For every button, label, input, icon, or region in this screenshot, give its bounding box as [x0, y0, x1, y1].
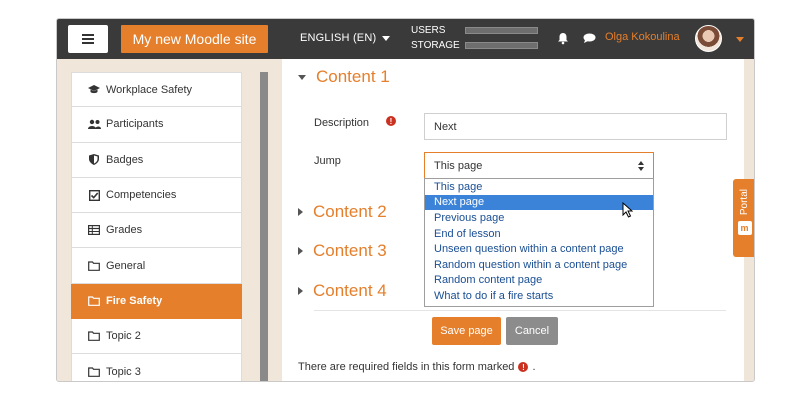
folder-icon	[87, 261, 101, 271]
usage-label: STORAGE	[411, 40, 460, 51]
sidebar-item-label: Topic 3	[106, 365, 141, 378]
top-navbar: My new Moodle site ENGLISH (EN) USERS ST…	[57, 19, 754, 59]
sidebar-item-general[interactable]: General	[71, 248, 242, 284]
folder-icon	[87, 331, 101, 342]
sidebar-item-label: Competencies	[106, 189, 177, 202]
graduation-cap-icon	[87, 84, 101, 95]
sidebar-item-label: Workplace Safety	[106, 83, 193, 96]
usage-bar	[465, 42, 538, 49]
sidebar-item-fire-safety[interactable]: Fire Safety	[71, 283, 242, 320]
dropdown-option[interactable]: Next page	[425, 194, 653, 211]
bell-icon[interactable]	[557, 32, 569, 45]
usage-row-storage: STORAGE	[411, 38, 538, 53]
language-menu[interactable]: ENGLISH (EN)	[300, 32, 391, 44]
menu-toggle-button[interactable]	[68, 25, 108, 53]
sidebar-item-competencies[interactable]: Competencies	[71, 177, 242, 214]
dropdown-option[interactable]: What to do if a fire starts	[425, 288, 653, 304]
jump-select[interactable]: This page	[424, 152, 654, 179]
sidebar-item-label: Participants	[106, 118, 164, 131]
sidebar-item-label: Topic 2	[106, 330, 141, 343]
required-icon: !	[386, 116, 396, 126]
jump-label: Jump	[314, 155, 341, 167]
browser-frame: My new Moodle site ENGLISH (EN) USERS ST…	[56, 18, 755, 382]
dropdown-option[interactable]: Random content page	[425, 273, 653, 289]
table-icon	[87, 225, 101, 236]
chevron-down-icon	[298, 74, 306, 80]
chevron-down-icon	[382, 35, 391, 41]
sidebar-item-label: Grades	[106, 224, 143, 237]
sidebar-item-participants[interactable]: Participants	[71, 107, 242, 143]
sidebar-item-label: General	[106, 259, 146, 272]
sidebar-item-workplace-safety[interactable]: Workplace Safety	[71, 72, 242, 108]
jump-dropdown-list: This page Next page Previous page End of…	[424, 178, 654, 307]
main-content: Content 1 Description ! Next Jump This p…	[282, 59, 754, 381]
chat-icon[interactable]	[583, 33, 596, 44]
sidebar-item-topic-3[interactable]: Topic 3	[71, 354, 242, 381]
chevron-right-icon	[298, 208, 303, 216]
dropdown-option[interactable]: Random question within a content page	[425, 257, 653, 273]
usage-meters: USERS STORAGE	[411, 23, 538, 53]
dropdown-option[interactable]: Previous page	[425, 210, 653, 226]
language-label: ENGLISH (EN)	[300, 32, 377, 44]
sidebar-list: Workplace Safety Participants Badges Com…	[71, 72, 242, 381]
usage-label: USERS	[411, 25, 446, 36]
required-icon: !	[518, 362, 529, 372]
sidebar-item-grades[interactable]: Grades	[71, 213, 242, 249]
section-toggle-content-3[interactable]: Content 3	[298, 241, 387, 261]
sidebar-item-label: Badges	[106, 153, 144, 166]
avatar[interactable]	[695, 25, 722, 52]
section-title: Content 1	[316, 67, 390, 86]
user-name[interactable]: Olga Kokoulina	[605, 31, 680, 43]
users-icon	[87, 119, 101, 130]
divider	[314, 310, 726, 311]
cancel-button[interactable]: Cancel	[506, 317, 558, 345]
section-toggle-content-1[interactable]: Content 1	[298, 67, 390, 87]
portal-tab[interactable]: Portal m	[733, 179, 754, 257]
chevron-right-icon	[298, 287, 303, 295]
description-label: Description	[314, 117, 370, 129]
section-title: Content 3	[313, 241, 387, 260]
required-fields-note: There are required fields in this form m…	[298, 361, 536, 373]
jump-select-value: This page	[434, 159, 483, 172]
folder-icon	[87, 296, 101, 306]
section-title: Content 2	[313, 202, 387, 221]
site-name-link[interactable]: My new Moodle site	[121, 25, 268, 53]
portal-label: Portal	[739, 189, 750, 216]
required-note-end: .	[532, 361, 536, 373]
shield-icon	[87, 154, 101, 166]
usage-row-users: USERS	[411, 23, 538, 38]
usage-bar	[465, 27, 538, 34]
section-title: Content 4	[313, 281, 387, 300]
chevron-right-icon	[298, 247, 303, 255]
required-note-text: There are required fields in this form m…	[298, 361, 515, 373]
dropdown-option[interactable]: This page	[425, 179, 653, 195]
section-toggle-content-4[interactable]: Content 4	[298, 281, 387, 301]
moodle-logo-icon: m	[737, 221, 752, 236]
check-square-icon	[87, 189, 101, 201]
folder-icon	[87, 366, 101, 377]
sidebar-item-badges[interactable]: Badges	[71, 142, 242, 178]
sidebar-item-label: Fire Safety	[106, 294, 163, 307]
description-input[interactable]: Next	[424, 113, 727, 140]
course-sidebar: Workplace Safety Participants Badges Com…	[57, 59, 282, 381]
chevron-down-icon[interactable]	[736, 37, 744, 42]
save-page-button[interactable]: Save page	[432, 317, 501, 345]
select-arrows-icon	[638, 161, 644, 171]
mouse-pointer-icon	[622, 202, 633, 218]
dropdown-option[interactable]: End of lesson	[425, 226, 653, 242]
hamburger-icon	[82, 34, 94, 44]
dropdown-option[interactable]: Unseen question within a content page	[425, 241, 653, 257]
section-toggle-content-2[interactable]: Content 2	[298, 202, 387, 222]
sidebar-item-topic-2[interactable]: Topic 2	[71, 319, 242, 355]
edit-page-form: Content 1 Description ! Next Jump This p…	[282, 59, 744, 381]
sidebar-scrollbar[interactable]	[260, 72, 268, 381]
